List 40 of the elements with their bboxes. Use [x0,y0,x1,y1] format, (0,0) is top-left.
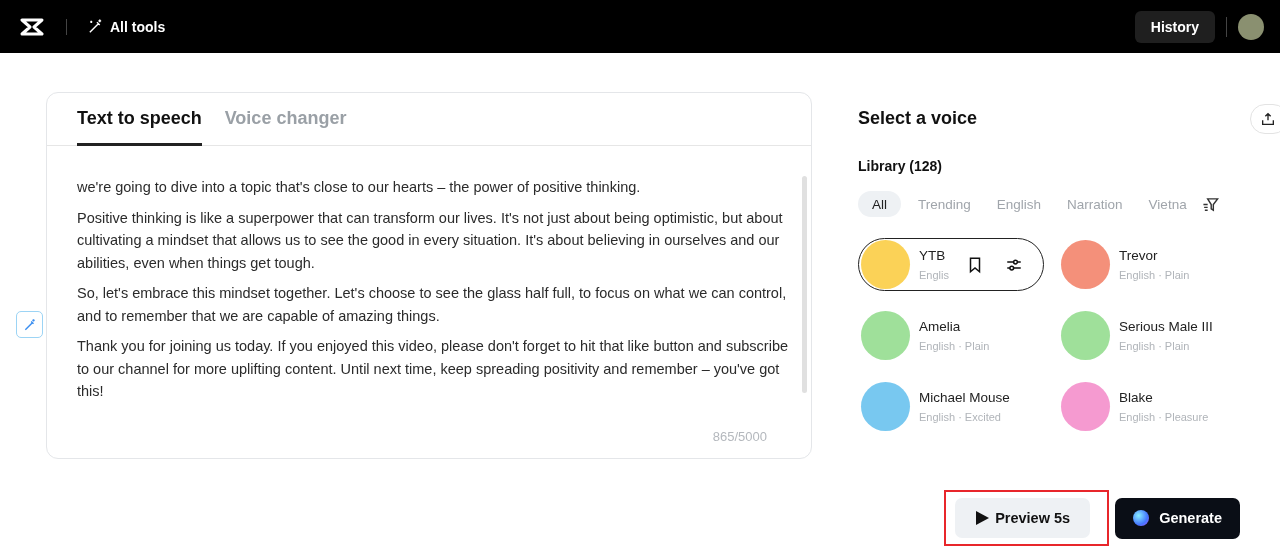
scrollbar-thumb[interactable] [801,176,807,393]
orb-icon [1133,510,1150,526]
voice-details: English · Excited [919,411,1002,423]
upload-button[interactable] [1250,104,1280,134]
editor-tab[interactable]: Text to speech [77,108,202,146]
magic-wand-icon [22,317,37,332]
voice-name: Trevor [1119,248,1159,263]
filter-chip[interactable]: All [858,191,901,217]
voice-details: Englis [919,269,949,281]
character-count: 865/5000 [712,429,768,446]
play-icon [975,511,990,525]
voice-details: English · Plain [919,340,990,352]
voice-name: Michael Mouse [919,390,1010,405]
voice-option[interactable]: Michael Mouse English · Excited [858,380,1044,433]
voice-details: English · Plain [1119,340,1191,352]
logo-icon[interactable] [20,17,44,36]
voice-option[interactable]: Serious Male III English · Plain [1058,309,1244,362]
voice-option[interactable]: Amelia English · Plain [858,309,1044,362]
user-avatar[interactable] [1238,13,1264,40]
library-label: Library (128) [858,158,944,174]
voice-name: Serious Male III [1119,319,1213,334]
all-tools-link[interactable]: All tools [87,18,166,35]
filter-icon[interactable] [1201,195,1219,213]
voice-details: English · Pleasure [1119,411,1209,423]
script-paragraph: Thank you for joining us today. If you enjoyed this video, please don't forget to hit that like button and subscribe to our channel for more uplifting content. Until next time, keep spreading positivity and remember – you've got this! [77,337,790,401]
panel-title: Select a voice [858,108,979,129]
voice-name: Blake [1119,390,1154,405]
voice-details: English · Plain [1119,269,1190,281]
magic-wand-icon [87,18,104,35]
voice-option[interactable]: Trevor English · Plain [1058,238,1244,291]
script-paragraph: Positive thinking is like a superpower that can transform our lives. It's not just about being optimistic, but about cultivating a mindset that allows us to see the good in every situation. It's about believing in ourselves and our abilities, even when things get tough. [77,208,784,273]
script-paragraph: we're going to dive into a topic that's close to our hearts – the power of positive thinking. [77,178,642,197]
generate-button[interactable]: Generate [1115,497,1240,539]
upload-icon [1260,111,1276,127]
voice-name: Amelia [919,319,962,334]
voice-name: YTB [919,248,947,263]
preview-button[interactable]: Preview 5s [955,498,1091,538]
script-paragraph: So, let's embrace this mindset together. Let's choose to see the glass half full, to focus on what we can control, and to remember that we are capable of amazing things. [77,284,788,326]
voice-option[interactable]: Blake English · Pleasure [1058,380,1244,433]
history-button[interactable]: History [1134,10,1215,43]
